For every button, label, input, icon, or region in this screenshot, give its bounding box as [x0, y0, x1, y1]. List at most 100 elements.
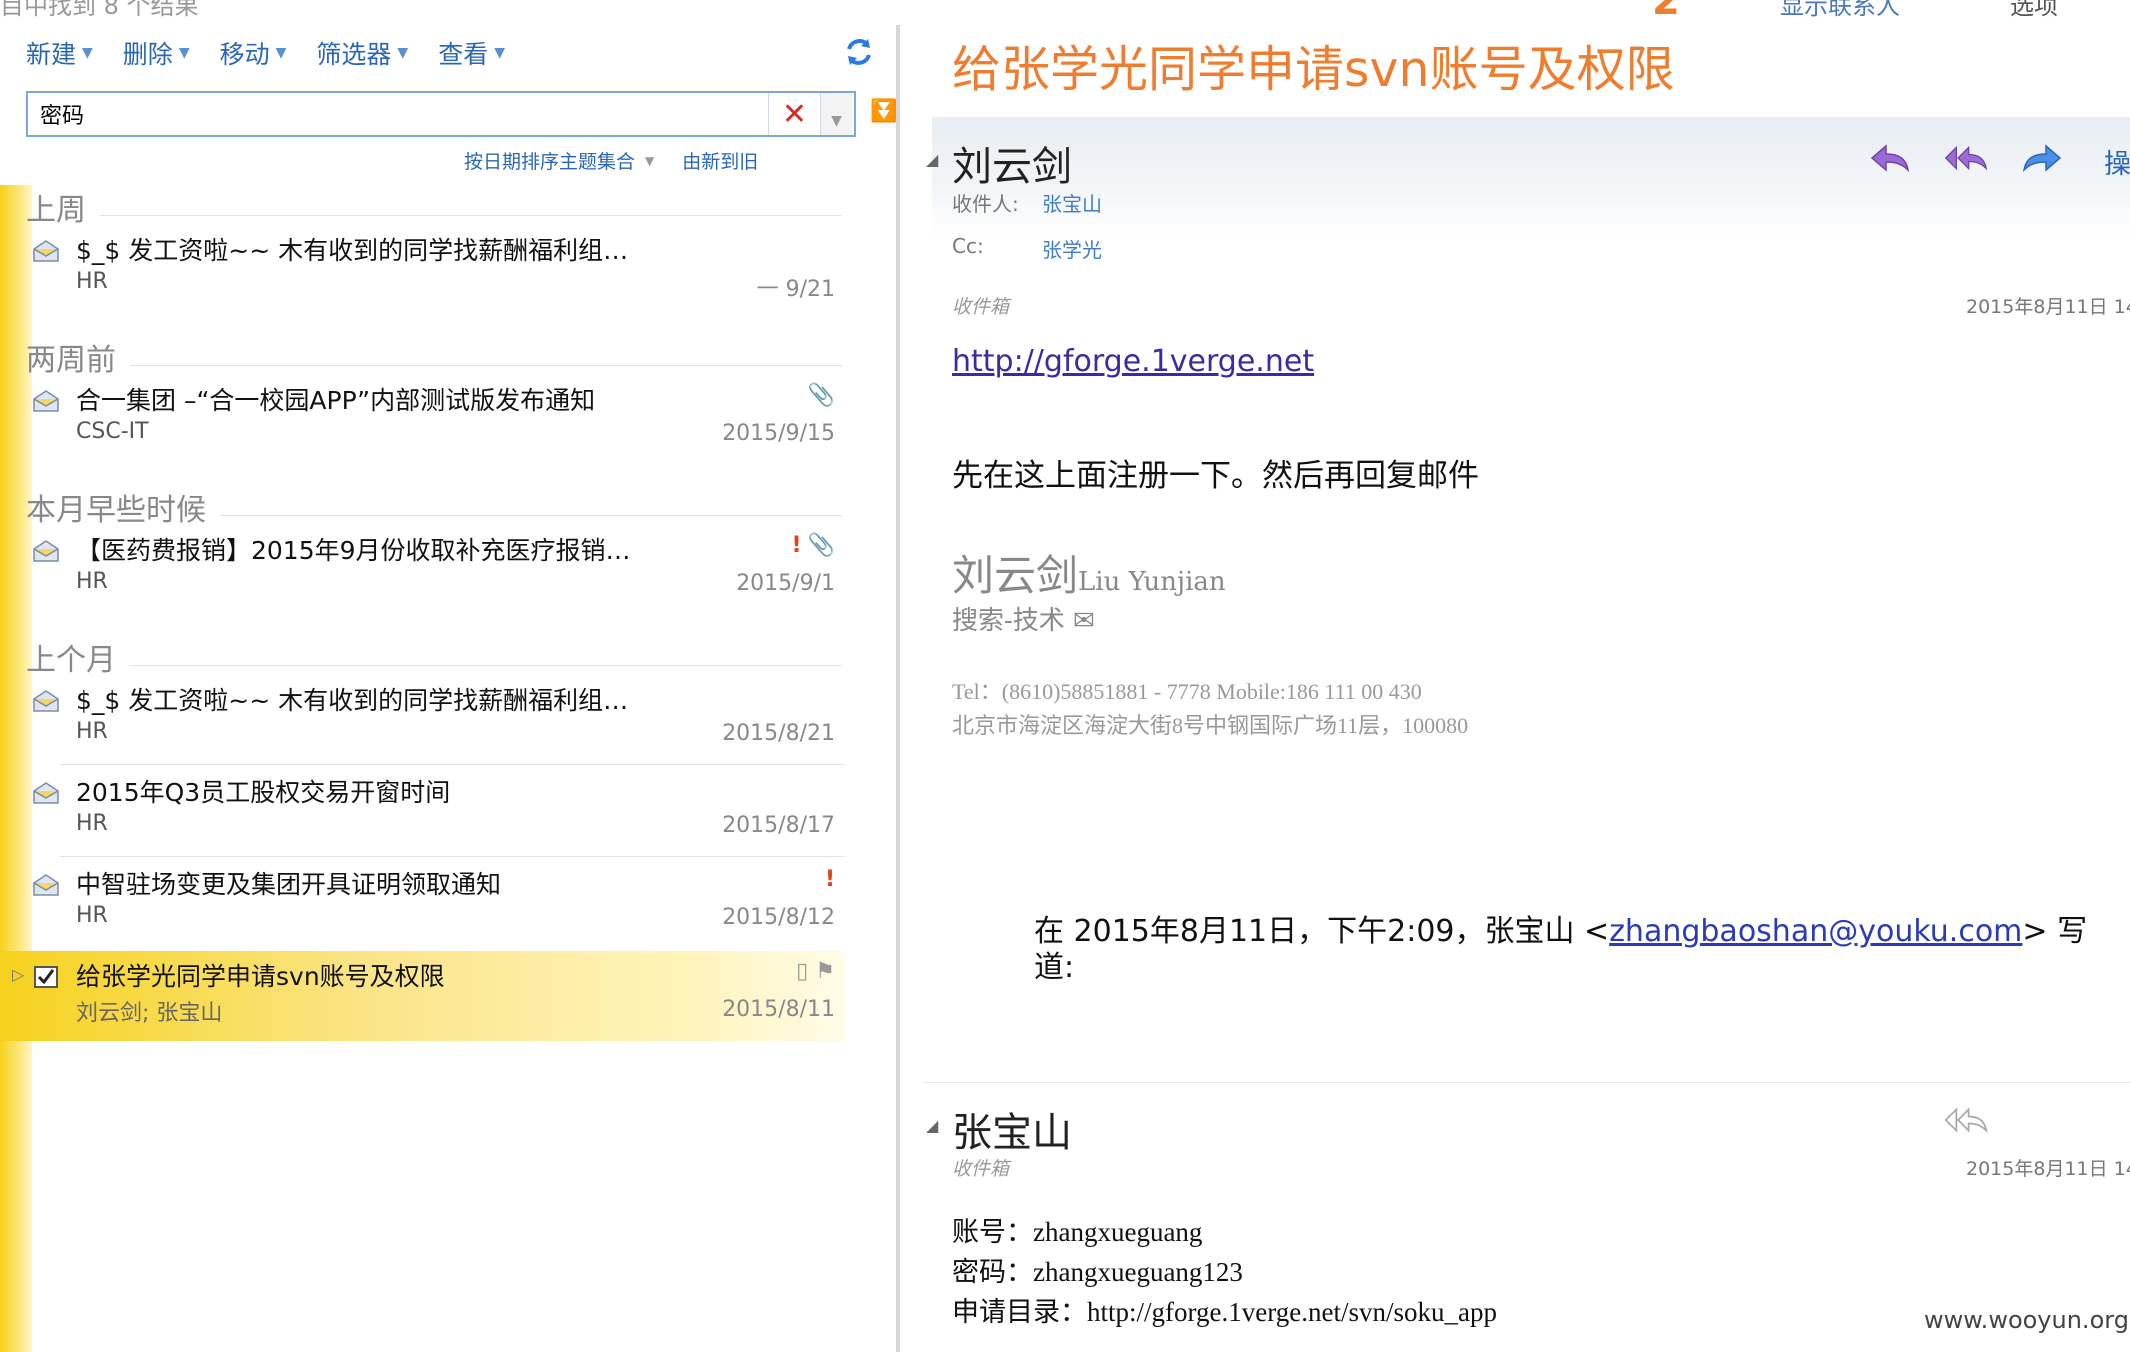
to-recipient[interactable]: 张宝山	[1042, 188, 1102, 217]
mail-subject: 合一集团 –“合一校园APP”内部测试版发布通知	[76, 386, 596, 415]
mail-item[interactable]: $_$ 发工资啦~~ 木有收到的同学找薪酬福利组… HR 2015/8/21	[0, 675, 845, 765]
mail-subject: $_$ 发工资啦~~ 木有收到的同学找薪酬福利组…	[76, 236, 629, 265]
mail-date: 2015/9/15	[722, 421, 835, 446]
mail-item[interactable]: 合一集团 –“合一校园APP”内部测试版发布通知 CSC-IT 📎 2015/9…	[0, 375, 845, 465]
mail-date: 一 9/21	[756, 277, 835, 302]
password-line: 密码：zhangxueguang123	[952, 1257, 1243, 1287]
mail-date: 2015/8/21	[722, 721, 835, 746]
mail-flags: ! 📎	[792, 533, 835, 558]
mail-subject: 中智驻场变更及集团开具证明领取通知	[76, 870, 502, 899]
signature-department: 搜索-技术 ✉	[952, 606, 1095, 636]
clear-search-icon[interactable]: ✕	[768, 93, 820, 135]
cc-label: Cc:	[952, 234, 984, 258]
mail-item[interactable]: 中智驻场变更及集团开具证明领取通知 HR ! 2015/8/12	[0, 859, 845, 949]
quoted-header: 在 2015年8月11日，下午2:09，张宝山 <zhangbaoshan@yo…	[1034, 914, 2094, 986]
move-button[interactable]: 移动 ▼	[220, 35, 287, 71]
caret-down-icon: ▼	[397, 45, 409, 61]
row-divider	[60, 764, 845, 765]
directory-line: 申请目录：http://gforge.1verge.net/svn/soku_a…	[952, 1297, 1497, 1327]
caret-down-icon: ▼	[178, 45, 190, 61]
group-header-two-weeks-ago: 两周前	[26, 343, 116, 378]
search-options-dropdown-icon[interactable]: ▼	[820, 93, 852, 135]
caret-down-icon: ▼	[494, 45, 505, 61]
reply-icon[interactable]	[1868, 142, 1912, 174]
sort-by-button[interactable]: 按日期排序主题集合	[464, 147, 635, 174]
reply-all-icon[interactable]	[1944, 1104, 1988, 1136]
mail-sender: HR	[76, 719, 108, 744]
envelope-open-icon	[33, 690, 59, 712]
view-button[interactable]: 查看 ▼	[438, 35, 505, 71]
quoted-email-link[interactable]: zhangbaoshan@youku.com	[1609, 914, 2022, 949]
show-contacts-link[interactable]: 显示联系人	[1780, 0, 1900, 21]
delete-button-label: 删除	[122, 40, 173, 69]
signature-address: 北京市海淀区海淀大街8号中钢国际广场11层，100080	[952, 713, 1469, 738]
filter-button-label: 筛选器	[316, 40, 392, 69]
message-header	[932, 117, 2130, 237]
expand-search-icon[interactable]: ⏬	[870, 99, 897, 124]
mail-subject: $_$ 发工资啦~~ 木有收到的同学找薪酬福利组…	[76, 686, 629, 715]
envelope-open-icon	[33, 390, 59, 412]
expand-thread-icon[interactable]: ▷	[12, 965, 24, 984]
mail-flags: !	[825, 867, 835, 892]
mail-item[interactable]: $_$ 发工资啦~~ 木有收到的同学找薪酬福利组… HR 一 9/21	[0, 225, 845, 315]
notification-badge[interactable]: 2	[1652, 0, 1680, 22]
delete-button[interactable]: 删除 ▼	[123, 35, 190, 71]
cc-recipient[interactable]: 张学光	[1042, 234, 1102, 263]
mail-item-selected[interactable]: ▷ 给张学光同学申请svn账号及权限 刘云剑; 张宝山 ▯ ⚑ 2015/8/1…	[0, 951, 845, 1041]
importance-icon: !	[791, 533, 802, 558]
mail-subject: 给张学光同学申请svn账号及权限	[76, 962, 445, 991]
message-separator	[924, 1082, 2130, 1083]
group-divider	[220, 515, 842, 516]
search-result-count: 目中找到 8 个结果	[0, 0, 199, 20]
sort-order-button[interactable]: 由新到旧	[682, 147, 758, 174]
group-divider	[130, 365, 842, 366]
mail-date: 2015/8/12	[722, 905, 835, 930]
reply-all-icon[interactable]	[1944, 142, 1988, 174]
reading-pane: 给张学光同学申请svn账号及权限 ◢ 刘云剑 收件人: 张宝山 Cc: 张学光 …	[904, 22, 2130, 1352]
mail-subject: 2015年Q3员工股权交易开窗时间	[76, 778, 451, 807]
actions-menu-link[interactable]: 操	[2104, 142, 2130, 181]
move-button-label: 移动	[219, 40, 270, 69]
gforge-link[interactable]: http://gforge.1verge.net	[952, 344, 1314, 379]
search-box: ✕ ▼	[26, 91, 856, 137]
list-toolbar: 新建 ▼ 删除 ▼ 移动 ▼ 筛选器 ▼ 查看 ▼	[0, 25, 896, 81]
refresh-icon[interactable]	[844, 37, 874, 67]
mail-sender: HR	[76, 811, 108, 836]
signature-name-en: Liu Yunjian	[1078, 567, 1226, 597]
watermark: www.wooyun.org	[1924, 1306, 2129, 1334]
mail-date: 2015/8/11	[722, 997, 835, 1022]
new-button[interactable]: 新建 ▼	[26, 35, 93, 71]
collapse-message-icon[interactable]: ◢	[926, 150, 938, 169]
mail-item[interactable]: 2015年Q3员工股权交易开窗时间 HR 2015/8/17	[0, 767, 845, 857]
signature-name-cn: 刘云剑	[952, 551, 1079, 600]
new-button-label: 新建	[26, 40, 77, 69]
group-header-last-month: 上个月	[26, 643, 116, 678]
forward-icon[interactable]	[2020, 142, 2064, 174]
message-list-pane: 新建 ▼ 删除 ▼ 移动 ▼ 筛选器 ▼ 查看 ▼ ✕ ▼ ⏬ 按日期排序主题集合 ▼ 由…	[0, 25, 900, 1352]
checkbox-checked-icon[interactable]	[32, 965, 60, 989]
signature-name: 刘云剑Liu Yunjian	[952, 542, 1226, 603]
flag-icon[interactable]: ▯ ⚑	[796, 959, 835, 984]
message-timestamp: 2015年8月11日 14	[1966, 1158, 2130, 1180]
message-sender[interactable]: 张宝山	[952, 1100, 1072, 1158]
filter-button[interactable]: 筛选器 ▼	[316, 35, 408, 71]
sort-bar: 按日期排序主题集合 ▼ 由新到旧	[464, 147, 758, 174]
envelope-open-icon	[33, 240, 59, 262]
envelope-open-icon	[33, 874, 59, 896]
mail-sender: CSC-IT	[76, 419, 149, 444]
mail-date: 2015/9/1	[736, 571, 835, 596]
account-line: 账号：zhangxueguang	[952, 1217, 1203, 1247]
envelope-open-icon	[33, 782, 59, 804]
collapse-message-icon[interactable]: ◢	[926, 1116, 938, 1135]
folder-label: 收件箱	[952, 296, 1010, 318]
group-header-last-week: 上周	[26, 193, 86, 228]
search-input[interactable]	[28, 94, 768, 134]
importance-icon: !	[824, 867, 835, 892]
caret-down-icon: ▼	[82, 45, 93, 61]
mail-sender: 刘云剑; 张宝山	[76, 1001, 223, 1026]
mail-item[interactable]: 【医药费报销】2015年9月份收取补充医疗报销… HR ! 📎 2015/9/1	[0, 525, 845, 615]
mail-title: 给张学光同学申请svn账号及权限	[952, 41, 1675, 98]
message-sender[interactable]: 刘云剑	[952, 134, 1072, 192]
options-link[interactable]: 选项	[2010, 0, 2058, 21]
row-divider	[60, 856, 845, 857]
